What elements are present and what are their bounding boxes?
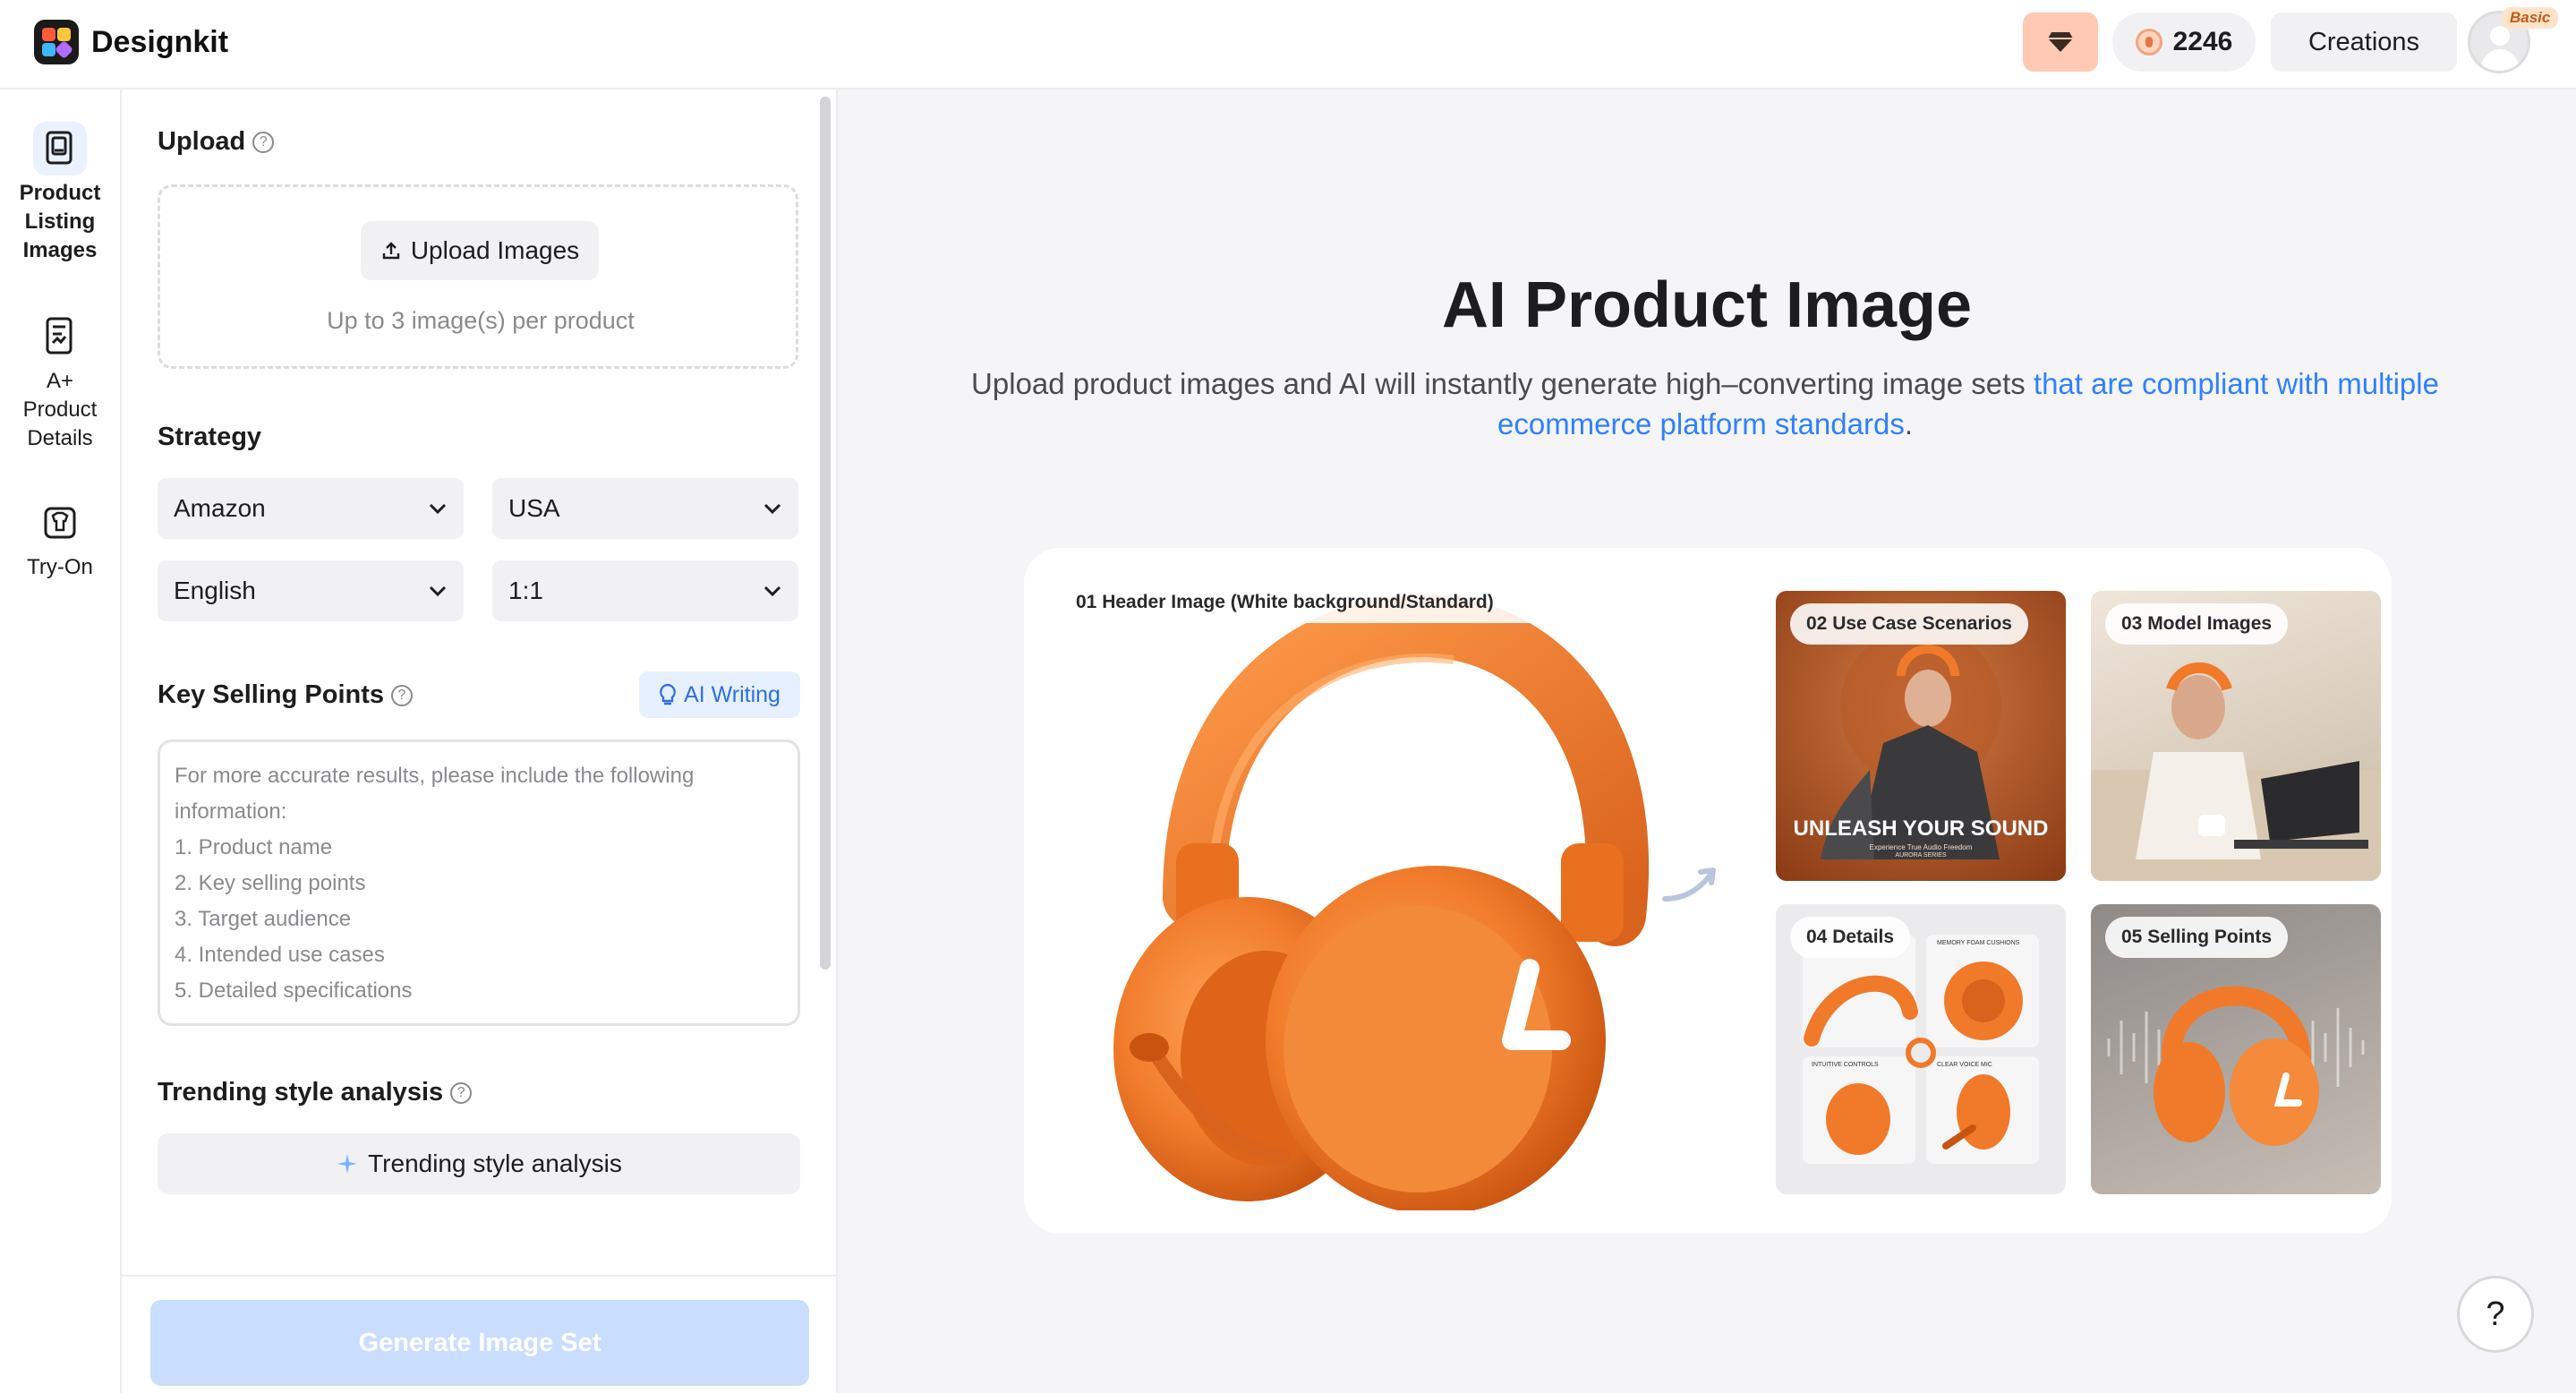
help-button[interactable]: ? — [2457, 1276, 2534, 1353]
placeholder-line: information: — [175, 799, 287, 824]
arrow-icon — [1662, 867, 1716, 902]
chevron-down-icon — [763, 503, 781, 515]
platform-value: Amazon — [174, 494, 266, 522]
ai-writing-button[interactable]: AI Writing — [639, 671, 800, 718]
selling-points-tile[interactable]: 05 Selling Points — [2091, 904, 2381, 1194]
trending-style-analysis-button[interactable]: Trending style analysis — [158, 1133, 800, 1194]
tile-overlay-series: AURORA SERIES — [1895, 852, 1947, 859]
selling-points-section-title: Key Selling Points ? — [158, 680, 413, 710]
upgrade-button[interactable] — [2023, 13, 2098, 72]
nav-item-label: Try-On — [27, 555, 93, 579]
aspect-ratio-value: 1:1 — [508, 577, 543, 604]
tile-overlay-subtitle: Experience True Audio Freedom — [1869, 843, 1973, 851]
credits-button[interactable]: 2246 — [2112, 13, 2256, 72]
panel-footer: Generate Image Set — [122, 1275, 836, 1393]
nav-item-product-listing-images[interactable]: Product Listing Images — [0, 122, 120, 265]
upload-dropzone[interactable]: Upload Images Up to 3 image(s) per produ… — [158, 184, 798, 369]
designkit-logo-icon — [34, 20, 79, 64]
trending-section-title: Trending style analysis ? — [158, 1078, 473, 1107]
panel-scrollbar[interactable] — [820, 97, 831, 970]
generate-image-set-button[interactable]: Generate Image Set — [150, 1300, 809, 1386]
selling-points-textarea[interactable]: For more accurate results, please includ… — [158, 739, 800, 1026]
detail-label: MEMORY FOAM CUSHIONS — [1937, 940, 2020, 946]
page-title: AI Product Image — [1441, 269, 1973, 341]
tile-chip: 02 Use Case Scenarios — [1790, 603, 2028, 645]
upload-icon — [382, 242, 400, 260]
aspect-ratio-select[interactable]: 1:1 — [492, 560, 798, 621]
tile-chip: 05 Selling Points — [2105, 917, 2289, 958]
chevron-down-icon — [429, 585, 447, 597]
language-value: English — [174, 577, 256, 604]
placeholder-line: 3. Target audience — [175, 907, 352, 931]
credits-count: 2246 — [2172, 27, 2233, 56]
app-logo[interactable]: Designkit — [34, 20, 228, 64]
country-select[interactable]: USA — [492, 478, 798, 539]
ai-writing-label: AI Writing — [684, 681, 780, 707]
help-icon[interactable]: ? — [252, 131, 275, 153]
lightbulb-icon — [660, 683, 676, 705]
detail-label: INTUITIVE CONTROLS — [1812, 1062, 1879, 1068]
tile-overlay-title: UNLEASH YOUR SOUND — [1793, 816, 2049, 841]
plan-badge: Basic — [2502, 7, 2559, 29]
model-images-tile[interactable]: 03 Model Images — [2091, 591, 2381, 881]
product-images-icon — [33, 122, 87, 175]
header-image-example: 01 Header Image (White background/Standa… — [1060, 575, 1668, 1215]
nav-item-label: A+ Product Details — [22, 369, 98, 450]
country-value: USA — [508, 494, 560, 522]
subtitle-text: Upload product images and AI will instan… — [971, 367, 2034, 400]
left-nav: Product Listing Images A+ Product Detail… — [0, 90, 122, 1393]
platform-select[interactable]: Amazon — [158, 478, 464, 539]
chevron-down-icon — [429, 503, 447, 515]
a-plus-details-icon — [33, 310, 87, 363]
placeholder-line: 5. Detailed specifications — [175, 979, 413, 1003]
upload-images-label: Upload Images — [410, 236, 580, 264]
upload-title: Upload — [158, 127, 246, 156]
upload-images-button[interactable]: Upload Images — [361, 221, 599, 280]
headphones-image — [1113, 594, 1650, 1215]
nav-item-try-on[interactable]: Try-On — [0, 496, 120, 582]
upload-section-title: Upload ? — [158, 127, 275, 157]
app-name: Designkit — [91, 24, 229, 59]
chevron-down-icon — [763, 585, 781, 597]
placeholder-line: 2. Key selling points — [175, 871, 366, 895]
coin-icon — [2135, 29, 2162, 56]
try-on-icon — [33, 496, 87, 550]
creations-button[interactable]: Creations — [2271, 13, 2457, 72]
upload-hint: Up to 3 image(s) per product — [327, 307, 635, 334]
language-select[interactable]: English — [158, 560, 464, 621]
settings-panel: Upload ? Upload Images Up to 3 image(s) … — [122, 90, 838, 1393]
top-bar: Designkit 2246 Creations Basic — [0, 0, 2576, 90]
nav-item-a-plus-product-details[interactable]: A+ Product Details — [0, 310, 120, 453]
sparkle-icon — [337, 1154, 358, 1174]
placeholder-line: 1. Product name — [175, 835, 333, 859]
details-tile[interactable]: MEMORY FOAM CUSHIONS INTUITIVE CONTROLS … — [1776, 904, 2066, 1194]
page-subtitle: Upload product images and AI will instan… — [931, 363, 2479, 444]
subtitle-end: . — [1904, 407, 1914, 440]
tile-chip: 04 Details — [1790, 917, 1911, 958]
trending-title: Trending style analysis — [158, 1078, 444, 1107]
diamond-icon — [2048, 32, 2073, 52]
placeholder-line: 4. Intended use cases — [175, 943, 385, 967]
selling-points-title: Key Selling Points — [158, 680, 384, 709]
help-icon[interactable]: ? — [450, 1081, 473, 1104]
detail-label: CLEAR VOICE MIC — [1937, 1062, 1992, 1068]
use-case-scenarios-tile[interactable]: UNLEASH YOUR SOUND Experience True Audio… — [1776, 591, 2066, 881]
header-image-chip: 01 Header Image (White background/Standa… — [1060, 582, 1611, 623]
help-icon[interactable]: ? — [391, 684, 413, 706]
tile-chip: 03 Model Images — [2105, 603, 2289, 645]
nav-item-label: Product Listing Images — [19, 181, 101, 262]
trending-button-label: Trending style analysis — [368, 1149, 622, 1177]
placeholder-line: For more accurate results, please includ… — [175, 764, 695, 788]
strategy-section-title: Strategy — [158, 423, 262, 451]
showcase-card: 01 Header Image (White background/Standa… — [1024, 548, 2392, 1234]
